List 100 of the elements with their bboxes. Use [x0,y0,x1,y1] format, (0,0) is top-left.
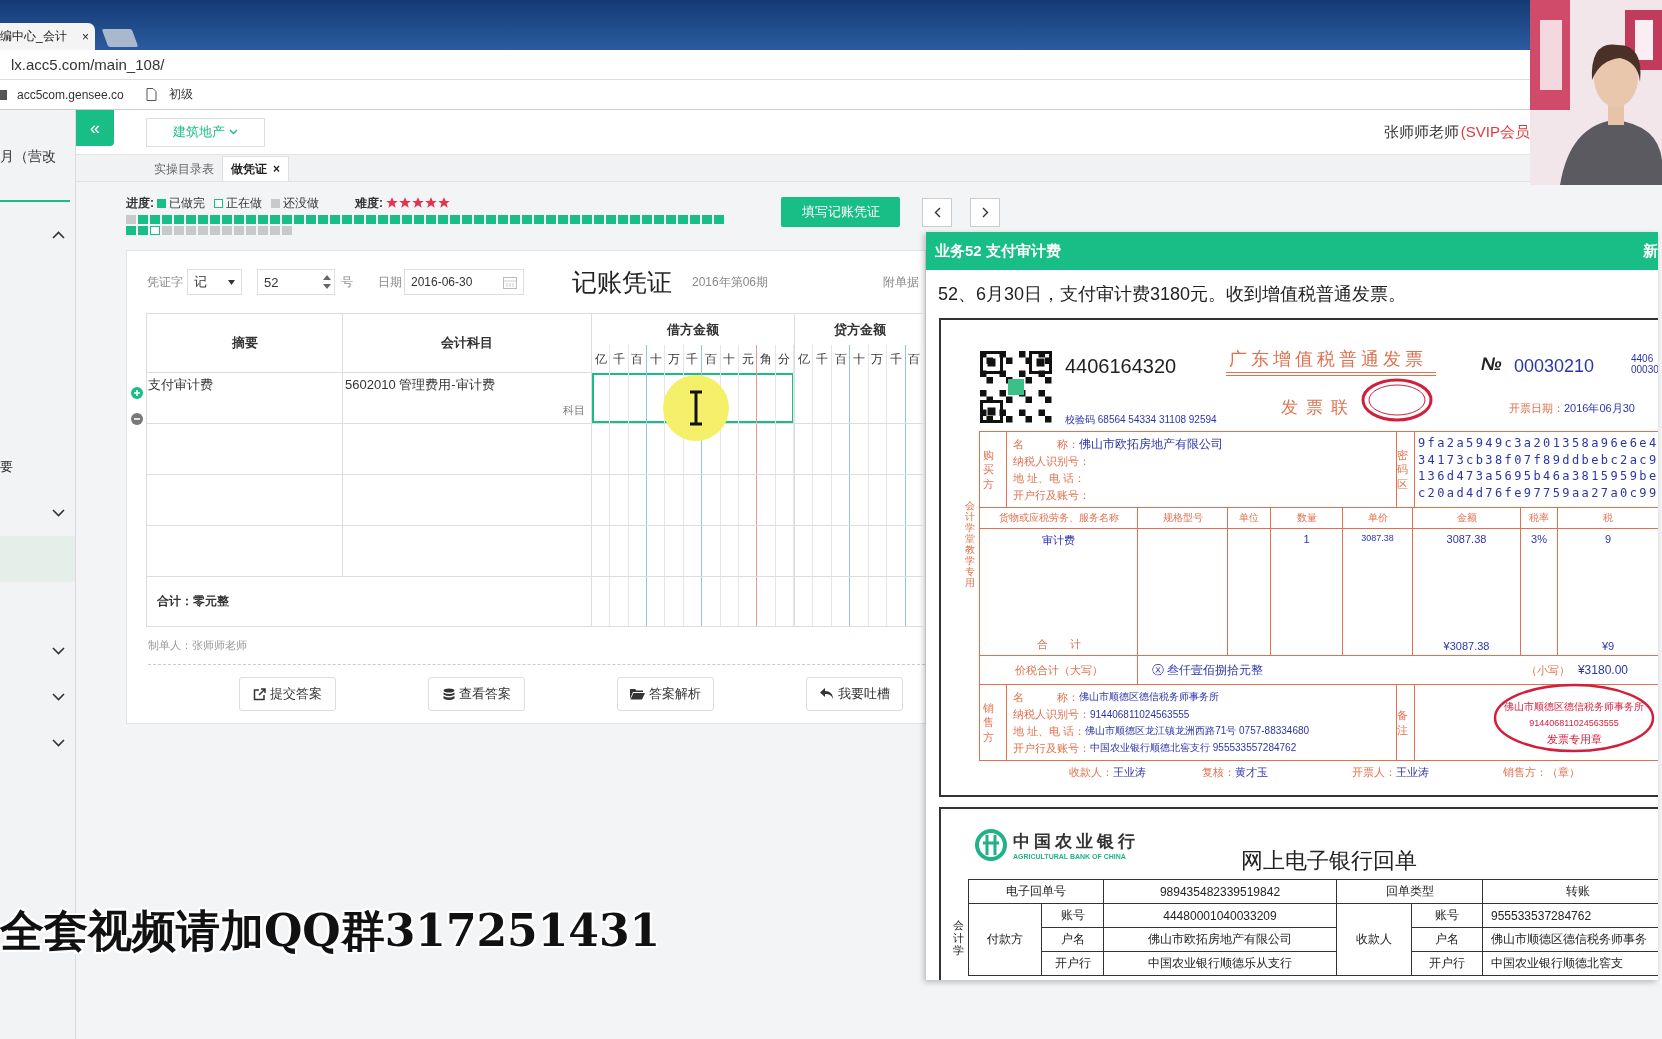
progress-cell[interactable] [210,226,220,235]
progress-cell[interactable] [138,215,148,224]
progress-cell[interactable] [282,215,292,224]
progress-cell[interactable] [366,215,376,224]
url-text[interactable]: lx.acc5.com/main_108/ [11,56,165,73]
progress-cell[interactable] [714,215,724,224]
date-field[interactable]: 2016-06-30 [404,269,524,295]
bookmark-link[interactable]: acc5com.gensee.co [17,87,124,102]
tab[interactable]: 做凭证 × [222,156,289,181]
progress-cell[interactable] [606,215,616,224]
next-button[interactable] [970,198,1000,227]
progress-cell[interactable] [198,215,208,224]
action-button[interactable]: 提交答案 [239,677,336,711]
debit-amount-cell[interactable] [592,475,795,526]
progress-cell[interactable] [654,215,664,224]
account-cell[interactable] [343,424,592,475]
new-tab-button[interactable] [101,29,139,47]
progress-cell[interactable] [222,215,232,224]
credit-amount-cell[interactable] [795,373,925,424]
progress-cell[interactable] [426,215,436,224]
progress-cell[interactable] [270,215,280,224]
progress-cell[interactable] [438,215,448,224]
progress-cell[interactable] [270,226,280,235]
progress-cell[interactable] [534,215,544,224]
progress-cell[interactable] [486,215,496,224]
chevron-down-icon[interactable] [52,739,65,747]
bookmark-link[interactable]: 初级 [168,86,193,103]
progress-cell[interactable] [318,215,328,224]
progress-cell[interactable] [462,215,472,224]
progress-cell[interactable] [414,215,424,224]
progress-cell[interactable] [570,215,580,224]
progress-cell[interactable] [342,215,352,224]
progress-cell[interactable] [558,215,568,224]
progress-cell[interactable] [306,215,316,224]
credit-amount-cell[interactable] [795,475,925,526]
progress-cell[interactable] [258,215,268,224]
progress-cell[interactable] [354,215,364,224]
progress-cell[interactable] [330,215,340,224]
progress-cell[interactable] [174,215,184,224]
account-cell[interactable] [343,475,592,526]
sidebar-item[interactable]: 要 [0,444,75,490]
progress-cell[interactable] [234,226,244,235]
progress-cell[interactable] [222,226,232,235]
chevron-down-icon[interactable] [52,693,65,701]
progress-cell[interactable] [258,226,268,235]
progress-cell[interactable] [642,215,652,224]
progress-cell[interactable] [522,215,532,224]
progress-cell[interactable] [150,215,160,224]
sidebar-item[interactable] [0,536,75,582]
progress-cell[interactable] [546,215,556,224]
progress-cell[interactable] [702,215,712,224]
progress-cell[interactable] [126,215,136,224]
progress-cell[interactable] [678,215,688,224]
debit-amount-cell[interactable] [592,526,795,577]
progress-cell[interactable] [126,226,136,235]
progress-cell[interactable] [198,226,208,235]
progress-cell[interactable] [138,226,148,235]
progress-cell[interactable] [186,226,196,235]
progress-cell[interactable] [282,226,292,235]
progress-cell[interactable] [510,215,520,224]
progress-cell[interactable] [246,226,256,235]
number-field[interactable]: 52 [257,269,335,295]
progress-cell[interactable] [162,215,172,224]
summary-cell[interactable] [147,526,343,577]
voucher-word-select[interactable]: 记 [187,269,242,295]
summary-cell[interactable]: 支付审计费 [147,373,343,424]
add-row-icon[interactable] [130,387,143,399]
account-cell[interactable]: 5602010 管理费用-审计费 科目 [343,373,592,424]
progress-cell[interactable] [450,215,460,224]
close-icon[interactable]: × [273,162,280,176]
close-icon[interactable]: × [82,29,89,44]
previous-button[interactable] [922,198,952,227]
chevron-down-icon[interactable] [52,647,65,655]
action-button[interactable]: 查看答案 [428,677,525,711]
progress-cell[interactable] [690,215,700,224]
progress-cell[interactable] [234,215,244,224]
progress-cell[interactable] [390,215,400,224]
summary-cell[interactable] [147,424,343,475]
progress-cell[interactable] [246,215,256,224]
progress-cell[interactable] [630,215,640,224]
progress-cell[interactable] [378,215,388,224]
progress-cell[interactable] [498,215,508,224]
progress-cell[interactable] [186,215,196,224]
summary-cell[interactable] [147,475,343,526]
progress-cell[interactable] [210,215,220,224]
account-cell[interactable] [343,526,592,577]
progress-cell[interactable] [594,215,604,224]
progress-cell[interactable] [150,226,160,235]
progress-cell[interactable] [402,215,412,224]
progress-cell[interactable] [582,215,592,224]
progress-cell[interactable] [294,215,304,224]
browser-tab[interactable]: 编中心_会计 × [0,23,95,50]
action-button[interactable]: 我要吐槽 [806,677,903,711]
progress-cell[interactable] [666,215,676,224]
progress-cell[interactable] [474,215,484,224]
credit-amount-cell[interactable] [795,424,925,475]
chevron-up-icon[interactable] [52,231,65,239]
credit-amount-cell[interactable] [795,526,925,577]
progress-cell[interactable] [174,226,184,235]
chevron-down-icon[interactable] [52,509,65,517]
